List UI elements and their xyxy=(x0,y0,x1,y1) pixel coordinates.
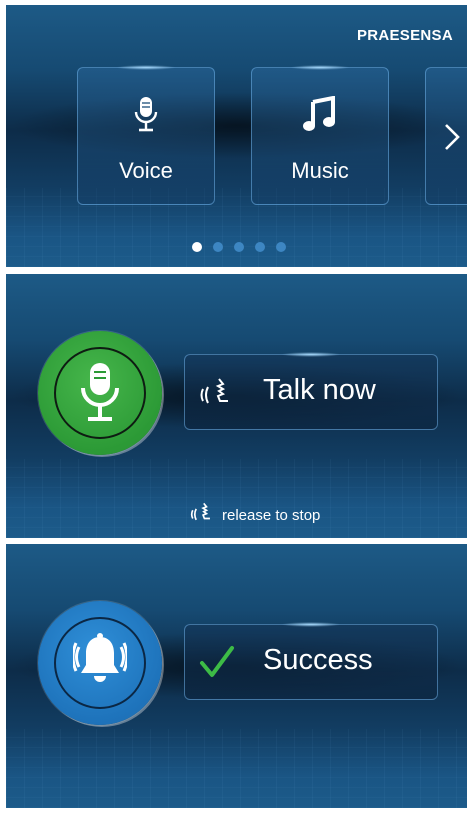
microphone-icon xyxy=(81,363,119,421)
page-dot-5[interactable] xyxy=(276,242,286,252)
talk-button[interactable] xyxy=(38,331,162,455)
page-dot-4[interactable] xyxy=(255,242,265,252)
brand-logo: PRAESENSA xyxy=(356,27,453,44)
talk-status-text: Talk now xyxy=(263,374,376,406)
voice-tile-label: Voice xyxy=(119,158,173,183)
page-dot-2[interactable] xyxy=(213,242,223,252)
speaking-head-icon xyxy=(188,502,214,528)
talk-status-panel: Talk now xyxy=(184,354,438,430)
release-hint: release to stop xyxy=(188,502,320,528)
bell-alarm-icon xyxy=(73,633,127,682)
success-screen: Success xyxy=(6,544,467,808)
alarm-button[interactable] xyxy=(38,601,162,725)
page-dot-3[interactable] xyxy=(234,242,244,252)
chevron-right-icon xyxy=(445,124,460,150)
checkmark-icon xyxy=(199,645,235,684)
source-selection-screen: PRAESENSA Voice Music xyxy=(6,5,467,267)
music-note-icon xyxy=(252,95,388,137)
talk-screen: Talk now release to stop xyxy=(6,274,467,538)
page-indicator xyxy=(192,242,286,252)
speaking-head-icon xyxy=(197,377,233,414)
next-page-button[interactable] xyxy=(425,67,467,205)
release-hint-text: release to stop xyxy=(222,506,321,524)
music-tile[interactable]: Music xyxy=(251,67,389,205)
success-status-panel: Success xyxy=(184,624,438,700)
page-dot-1[interactable] xyxy=(192,242,202,252)
success-status-text: Success xyxy=(263,644,373,676)
microphone-icon xyxy=(78,96,214,139)
music-tile-label: Music xyxy=(291,158,349,183)
voice-tile[interactable]: Voice xyxy=(77,67,215,205)
